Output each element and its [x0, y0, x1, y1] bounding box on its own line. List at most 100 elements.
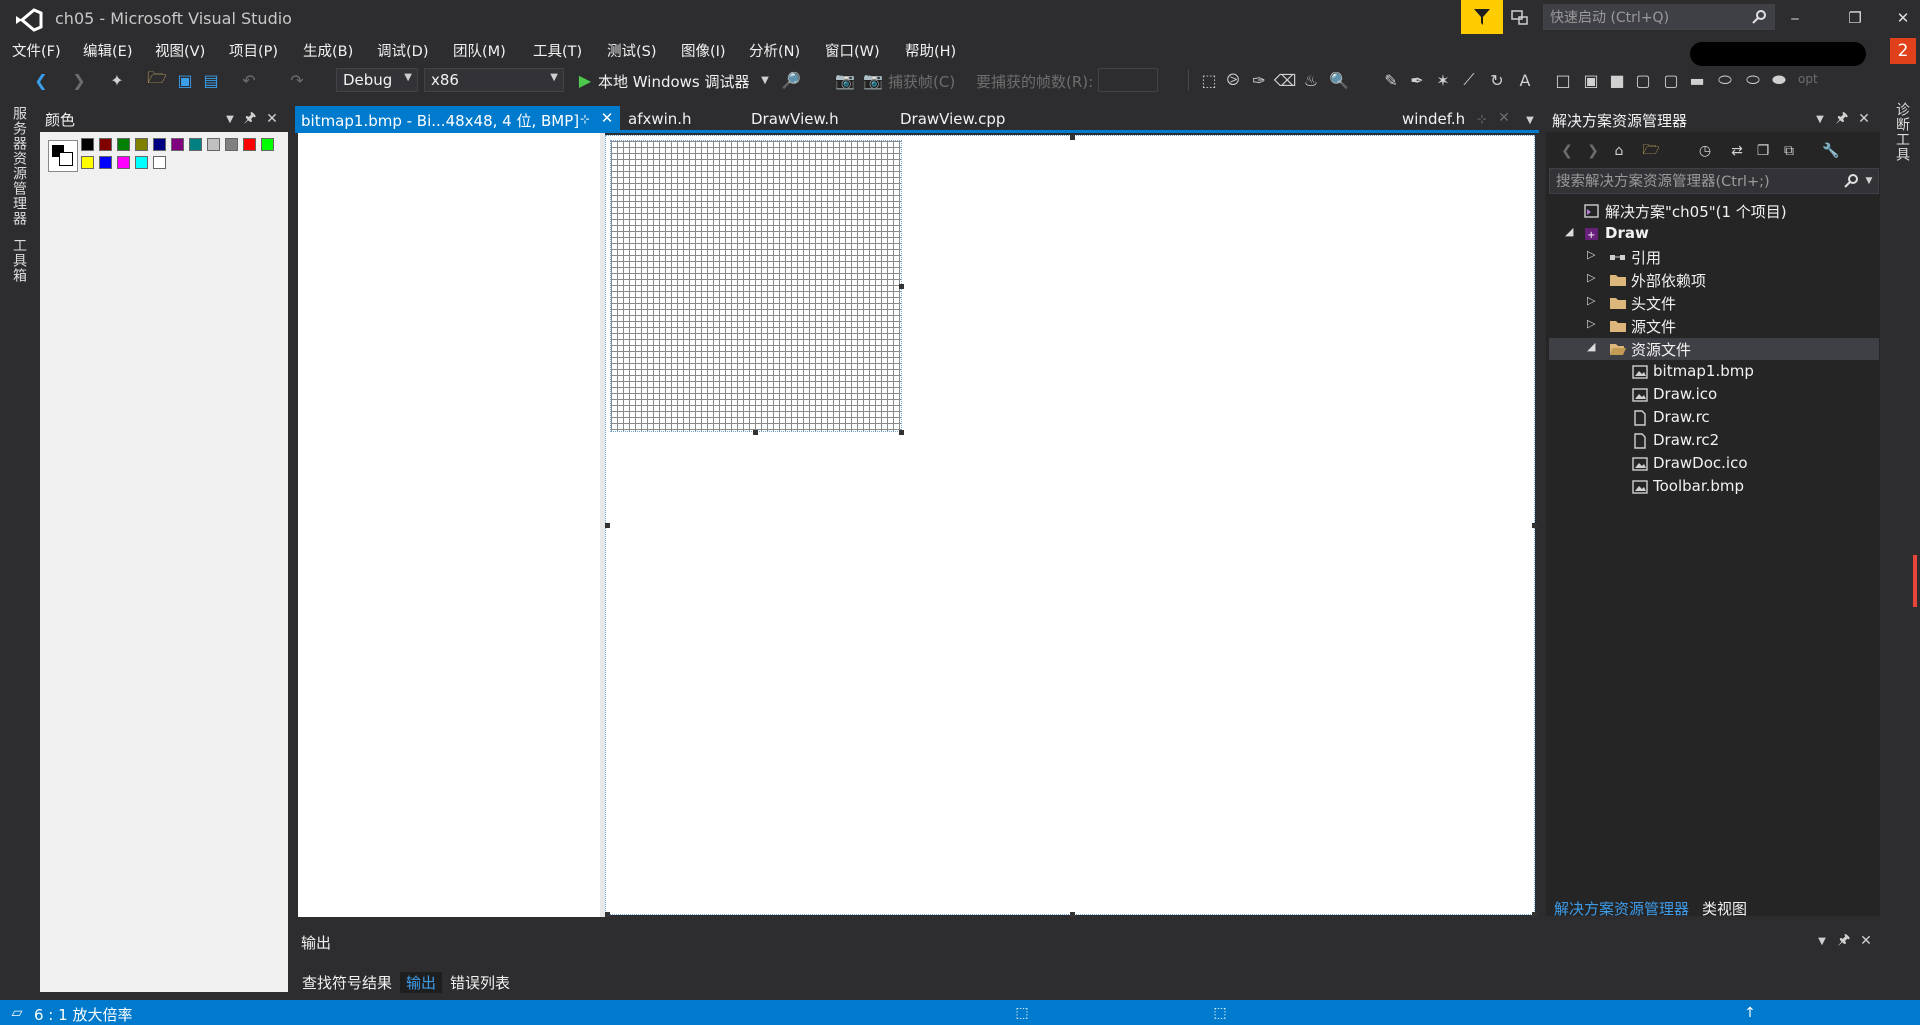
tree-item[interactable]: 解决方案"ch05"(1 个项目) — [1549, 200, 1879, 222]
tree-item[interactable]: Draw.rc2 — [1549, 430, 1879, 452]
menu-test[interactable]: 测试(S) — [607, 40, 657, 61]
filled-ellipse-outline-icon[interactable]: ⬭ — [1740, 66, 1766, 94]
filled-rectangle-outline-icon[interactable]: ▣ — [1578, 66, 1604, 94]
feedback-icon[interactable] — [1508, 6, 1532, 30]
solution-config-select[interactable]: Debug ▼ — [336, 68, 418, 92]
minimize-icon[interactable]: ⎯ — [1780, 6, 1810, 30]
color-swatch[interactable] — [135, 156, 148, 169]
capture-frame-icon[interactable]: 📷 — [860, 66, 886, 94]
tree-item[interactable]: ▷ 头文件 — [1549, 292, 1879, 314]
solution-search-input[interactable] — [1554, 171, 1848, 193]
chevron-down-icon[interactable]: ▼ — [752, 66, 778, 94]
canvas-resize-handle[interactable] — [1532, 912, 1537, 917]
tab-find-symbol-results[interactable]: 查找符号结果 — [302, 972, 392, 993]
redo-icon[interactable]: ↷ — [284, 66, 310, 94]
rectangle-icon[interactable]: □ — [1550, 66, 1576, 94]
color-swatch[interactable] — [99, 138, 112, 151]
filled-round-rectangle-outline-icon[interactable]: ▢ — [1658, 66, 1684, 94]
notification-badge[interactable]: 2 — [1890, 38, 1916, 64]
color-swatch[interactable] — [153, 138, 166, 151]
properties-wrench-icon[interactable]: 🔧 — [1820, 140, 1842, 162]
color-swatch[interactable] — [135, 138, 148, 151]
opt-label[interactable]: opt — [1798, 72, 1818, 86]
expand-arrow-icon[interactable]: ▷ — [1587, 271, 1595, 284]
chevron-down-icon[interactable]: ▼ — [1863, 173, 1875, 189]
close-icon[interactable]: ✕ — [1856, 110, 1872, 128]
navigate-back-icon[interactable]: ❮ — [28, 66, 54, 94]
tree-item[interactable]: ◢ 资源文件 — [1549, 338, 1879, 360]
color-swatch[interactable] — [207, 138, 220, 151]
expand-arrow-icon[interactable]: ▷ — [1587, 294, 1595, 307]
menu-debug[interactable]: 调试(D) — [377, 40, 428, 61]
tab-afxwin-h[interactable]: afxwin.h — [628, 110, 692, 128]
show-all-files-icon[interactable]: ⧉ — [1778, 140, 1800, 162]
foreground-background-color-indicator[interactable] — [48, 140, 78, 172]
notification-filter-icon[interactable] — [1461, 0, 1503, 34]
color-swatch[interactable] — [189, 138, 202, 151]
color-swatch[interactable] — [117, 138, 130, 151]
save-icon[interactable]: ▣ — [172, 66, 198, 94]
capture-frame-button[interactable]: 捕获帧(C) — [888, 71, 955, 92]
tab-class-view[interactable]: 类视图 — [1702, 898, 1747, 919]
navigate-forward-icon[interactable]: ❯ — [66, 66, 92, 94]
start-debug-button[interactable]: 本地 Windows 调试器 — [598, 71, 750, 92]
canvas-resize-handle[interactable] — [605, 912, 610, 917]
ellipse-icon[interactable]: ⬭ — [1712, 66, 1738, 94]
menu-project[interactable]: 项目(P) — [229, 40, 278, 61]
undo-icon[interactable]: ↶ — [236, 66, 262, 94]
search-icon[interactable] — [1750, 8, 1768, 26]
sync-icon[interactable]: ⇄ — [1726, 140, 1748, 162]
tree-item[interactable]: Toolbar.bmp — [1549, 476, 1879, 498]
menu-analyze[interactable]: 分析(N) — [749, 40, 800, 61]
color-swatch[interactable] — [117, 156, 130, 169]
search-icon[interactable] — [1842, 172, 1860, 190]
bitmap-resize-handle[interactable] — [899, 430, 904, 435]
canvas-resize-handle[interactable] — [1070, 912, 1075, 917]
user-account-redacted[interactable] — [1690, 42, 1866, 66]
chevron-down-icon[interactable]: ▼ — [222, 110, 238, 128]
color-swatch[interactable] — [225, 138, 238, 151]
tree-item[interactable]: Draw.ico — [1549, 384, 1879, 406]
menu-tools[interactable]: 工具(T) — [533, 40, 582, 61]
back-icon[interactable]: ❮ — [1556, 140, 1578, 162]
close-icon[interactable]: ✕ — [1858, 932, 1874, 950]
tree-item[interactable]: bitmap1.bmp — [1549, 361, 1879, 383]
collapse-arrow-icon[interactable]: ◢ — [1565, 225, 1573, 238]
pin-icon[interactable]: ⊹ — [1474, 110, 1490, 128]
open-file-icon[interactable]: 🗁 — [144, 66, 170, 94]
menu-help[interactable]: 帮助(H) — [905, 40, 956, 61]
text-tool-icon[interactable]: A — [1512, 66, 1538, 94]
platform-select[interactable]: x86 ▼ — [424, 68, 564, 92]
rect-select-icon[interactable]: ⬚ — [1196, 66, 1222, 94]
pin-icon[interactable]: ⊹ — [576, 110, 594, 128]
canvas-resize-handle[interactable] — [1070, 135, 1075, 140]
bitmap-resize-handle[interactable] — [753, 430, 758, 435]
menu-window[interactable]: 窗口(W) — [825, 40, 880, 61]
tree-item[interactable]: ▷ 外部依赖项 — [1549, 269, 1879, 291]
menu-team[interactable]: 团队(M) — [453, 40, 506, 61]
filled-round-rectangle-icon[interactable]: ▬ — [1684, 66, 1710, 94]
expand-arrow-icon[interactable]: ▷ — [1587, 317, 1595, 330]
canvas-resize-handle[interactable] — [605, 523, 610, 528]
frames-to-capture-input[interactable] — [1098, 68, 1158, 92]
tree-item[interactable]: Draw.rc — [1549, 407, 1879, 429]
solution-search-box[interactable]: ▼ — [1549, 168, 1879, 194]
tree-item[interactable]: ▷ 源文件 — [1549, 315, 1879, 337]
color-swatch[interactable] — [99, 156, 112, 169]
quick-launch-input[interactable] — [1548, 7, 1748, 29]
color-swatch[interactable] — [261, 138, 274, 151]
start-debug-icon[interactable]: ▶ — [572, 66, 598, 94]
color-swatch[interactable] — [153, 156, 166, 169]
color-swatch[interactable] — [81, 138, 94, 151]
fill-icon[interactable]: ♨ — [1298, 66, 1324, 94]
tab-overflow-chevron-icon[interactable]: ▼ — [1522, 111, 1538, 129]
tab-solution-explorer[interactable]: 解决方案资源管理器 — [1554, 898, 1689, 919]
save-all-icon[interactable]: ▤ — [198, 66, 224, 94]
line-icon[interactable]: ⟋ — [1456, 66, 1482, 94]
home-icon[interactable]: ⌂ — [1608, 140, 1630, 162]
pin-icon[interactable]: 🖈 — [1834, 110, 1850, 128]
bitmap-editor-preview-pane[interactable] — [298, 133, 600, 917]
menu-image[interactable]: 图像(I) — [681, 40, 726, 61]
color-swatch[interactable] — [171, 138, 184, 151]
pin-icon[interactable]: 🖈 — [242, 110, 258, 128]
